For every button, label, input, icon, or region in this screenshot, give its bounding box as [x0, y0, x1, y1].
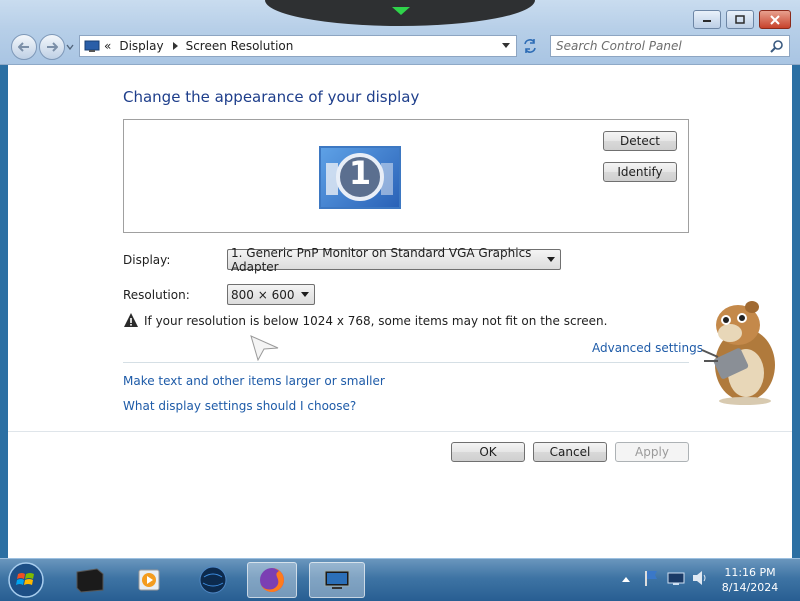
taskbar-globe-app[interactable] — [188, 562, 238, 598]
resolution-select[interactable]: 800 × 600 — [227, 284, 315, 305]
refresh-icon — [524, 39, 536, 53]
display-settings-icon — [324, 570, 350, 589]
breadcrumb-screen-resolution[interactable]: Screen Resolution — [186, 39, 294, 53]
control-panel-icon — [84, 40, 100, 52]
identify-button[interactable]: Identify — [603, 162, 677, 182]
ok-button[interactable]: OK — [451, 442, 525, 462]
text-size-link[interactable]: Make text and other items larger or smal… — [123, 374, 385, 388]
search-icon[interactable] — [770, 39, 784, 53]
chevron-down-icon — [301, 292, 309, 297]
section-divider — [123, 362, 689, 363]
breadcrumb-separator-icon — [172, 42, 178, 50]
monitor-arrangement-box: 1 Detect Identify — [123, 119, 689, 233]
recent-pages-chevron-icon[interactable] — [66, 44, 74, 50]
close-icon — [770, 14, 780, 25]
network-icon[interactable] — [667, 572, 685, 586]
back-button[interactable] — [11, 34, 37, 60]
cancel-button[interactable]: Cancel — [533, 442, 607, 462]
chevron-down-icon — [547, 257, 555, 262]
page-title: Change the appearance of your display — [123, 88, 420, 106]
action-center-flag-icon[interactable] — [643, 569, 659, 587]
volume-icon[interactable] — [691, 569, 707, 587]
minimize-icon — [703, 19, 711, 22]
notch-indicator-icon — [392, 7, 410, 15]
system-clock[interactable]: 11:16 PM 8/14/2024 — [712, 565, 788, 595]
forward-arrow-icon — [47, 42, 58, 52]
firefox-icon — [260, 568, 284, 592]
monitor-1-tile[interactable]: 1 — [319, 146, 401, 209]
display-label: Display: — [123, 253, 171, 267]
mouse-cursor-icon — [250, 335, 279, 361]
taskbar: 11:16 PM 8/14/2024 — [0, 558, 800, 601]
resolution-select-value: 800 × 600 — [231, 287, 295, 302]
resolution-warning-text: If your resolution is below 1024 x 768, … — [144, 314, 608, 328]
detect-button[interactable]: Detect — [603, 131, 677, 151]
start-button[interactable] — [7, 561, 45, 599]
desktop-notch — [265, 0, 535, 26]
breadcrumb-overflow[interactable]: « — [104, 39, 111, 53]
display-select[interactable]: 1. Generic PnP Monitor on Standard VGA G… — [227, 246, 561, 274]
taskbar-media-player[interactable] — [124, 562, 174, 598]
maximize-button[interactable] — [726, 10, 754, 29]
display-settings-help-link[interactable]: What display settings should I choose? — [123, 399, 356, 413]
display-select-value: 1. Generic PnP Monitor on Standard VGA G… — [231, 245, 532, 274]
search-input[interactable] — [551, 38, 768, 54]
taskbar-screen-resolution-window[interactable] — [309, 562, 365, 598]
warning-icon — [124, 313, 138, 327]
media-player-icon — [138, 569, 160, 591]
window-titlebar: « Display Screen Resolution — [0, 0, 800, 65]
breadcrumb-display[interactable]: Display — [119, 39, 163, 53]
globe-icon — [199, 566, 227, 594]
close-button[interactable] — [759, 10, 791, 29]
content-pane: Change the appearance of your display 1 … — [8, 65, 792, 558]
address-bar[interactable]: « Display Screen Resolution — [79, 35, 517, 57]
back-arrow-icon — [18, 42, 29, 52]
address-dropdown-icon[interactable] — [502, 43, 510, 49]
refresh-button[interactable] — [518, 35, 542, 57]
taskbar-firefox[interactable] — [247, 562, 297, 598]
resolution-label: Resolution: — [123, 288, 190, 302]
forward-button[interactable] — [39, 34, 65, 60]
apply-button[interactable]: Apply — [615, 442, 689, 462]
hamster-mascot-icon — [701, 301, 775, 405]
clock-date: 8/14/2024 — [721, 581, 779, 594]
minimize-button[interactable] — [693, 10, 721, 29]
advanced-settings-link[interactable]: Advanced settings — [592, 341, 703, 355]
search-box[interactable] — [550, 35, 790, 57]
monitor-number: 1 — [348, 154, 372, 192]
maximize-icon — [735, 15, 745, 24]
show-hidden-icons-button[interactable] — [622, 576, 630, 582]
footer-divider — [8, 431, 792, 432]
clock-time: 11:16 PM — [724, 566, 776, 579]
taskbar-monitor-app[interactable] — [64, 562, 114, 598]
dark-monitor-icon — [76, 568, 104, 593]
